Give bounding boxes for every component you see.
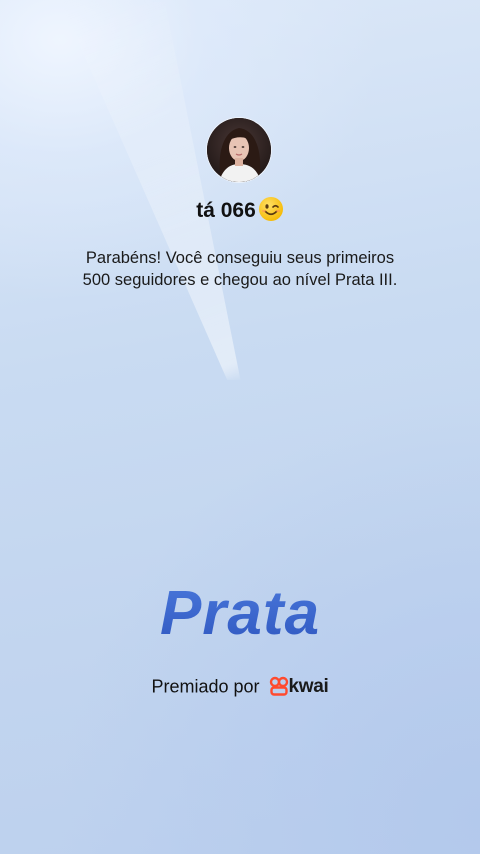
level-title: Prata xyxy=(0,578,480,649)
kwai-logo-icon xyxy=(269,676,288,696)
background-light-ray xyxy=(60,0,241,380)
awarded-by-row: Premiado por kwai xyxy=(0,672,480,700)
avatar-photo xyxy=(207,118,271,182)
username-row: tá 066 xyxy=(0,196,480,226)
achievement-message-line-1: Parabéns! Você conseguiu seus primeiros xyxy=(85,249,395,267)
username: tá 066 xyxy=(196,199,256,222)
kwai-wordmark: kwai xyxy=(288,675,329,697)
achievement-message-line-2: 500 seguidores e chegou ao nível Prata I… xyxy=(82,271,398,289)
winking-face-emoji-icon xyxy=(258,197,283,222)
achievement-message: Parabéns! Você conseguiu seus primeiros … xyxy=(40,247,440,291)
kwai-logo: kwai xyxy=(269,673,329,700)
avatar[interactable] xyxy=(207,118,271,182)
awarded-by-label: Premiado por xyxy=(151,676,260,697)
